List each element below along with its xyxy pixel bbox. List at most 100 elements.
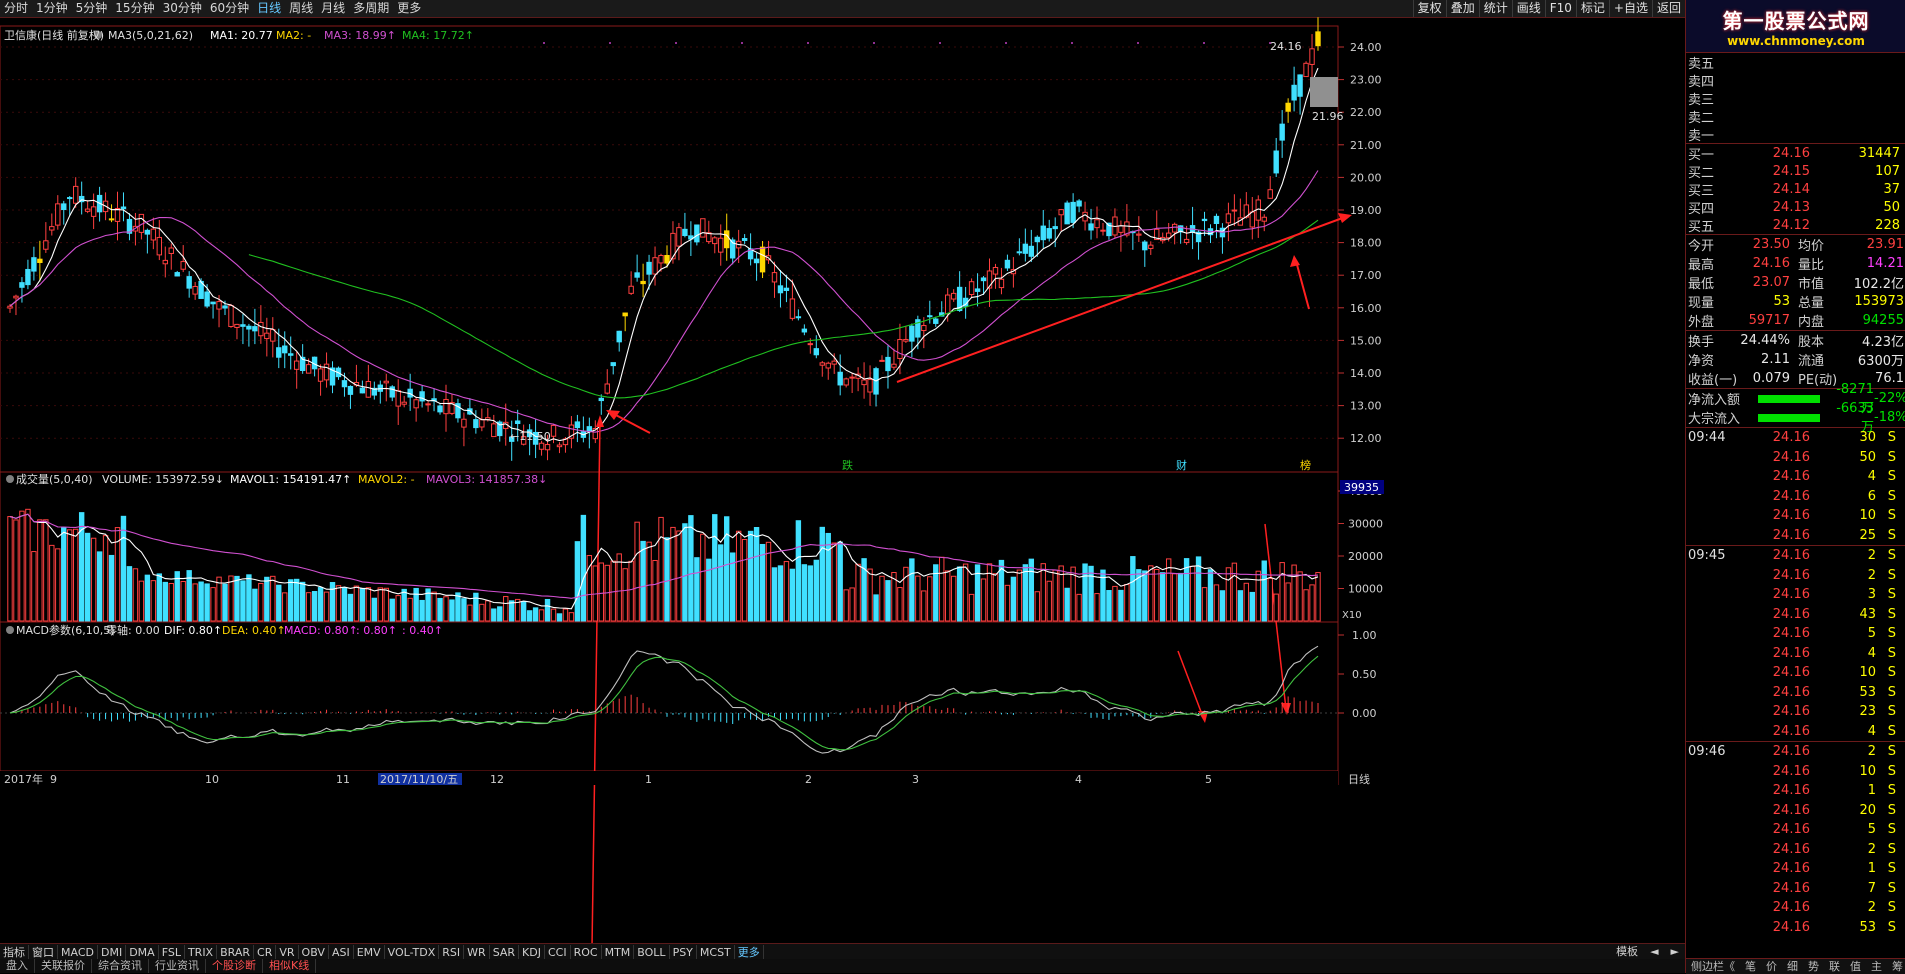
info-tab-3[interactable]: 行业资讯 [149, 959, 206, 973]
bottom-right-button-2[interactable]: ► [1665, 944, 1685, 960]
candle-body [712, 237, 718, 245]
candle-body [19, 282, 25, 288]
volume-bar [407, 597, 413, 622]
info-tab-0[interactable]: 盘入 [0, 959, 35, 973]
info-tab-4[interactable]: 个股诊断 [206, 959, 263, 973]
volume-bar [288, 579, 294, 622]
candle-body [67, 197, 73, 200]
volume-bar [55, 548, 61, 622]
bottom-right-button-1[interactable]: ◄ [1644, 944, 1664, 960]
timeframe-10[interactable]: 更多 [393, 0, 425, 17]
toolbar-button-0[interactable]: 复权 [1412, 0, 1446, 17]
volume-bar [389, 598, 395, 622]
indicator-tab-10[interactable]: OBV [299, 944, 329, 960]
site-banner: 第一股票公式网 www.chnmoney.com [1686, 0, 1905, 53]
candle-body [974, 288, 981, 292]
sidebar-tab-3[interactable]: 细 [1782, 959, 1803, 974]
volume-bar [258, 582, 264, 622]
indicator-tab-5[interactable]: FSL [159, 944, 185, 960]
macd-dif: DIF: 0.80↑ [164, 624, 222, 637]
indicator-tab-21[interactable]: BOLL [634, 944, 670, 960]
indicator-tab-20[interactable]: MTM [602, 944, 635, 960]
indicator-tab-0[interactable]: 指标 [0, 944, 29, 960]
info-tab-2[interactable]: 综合资讯 [92, 959, 149, 973]
volume-bar [1052, 569, 1058, 622]
volume-bar [873, 594, 879, 622]
timeframe-4[interactable]: 30分钟 [159, 0, 206, 17]
sidebar-tab-8[interactable]: 筹 [1887, 959, 1905, 974]
quote-row: 换手 24.44% 股本 4.23亿 [1686, 331, 1905, 350]
bottom-right-button-0[interactable]: 模板 [1610, 944, 1644, 960]
tick-price: 24.16 [1772, 783, 1810, 799]
toolbar-button-3[interactable]: 画线 [1511, 0, 1545, 17]
indicator-tab-16[interactable]: SAR [490, 944, 520, 960]
sidebar-tab-0[interactable]: 侧边栏《 [1686, 959, 1740, 974]
sidebar-tab-1[interactable]: 笔 [1740, 959, 1761, 974]
sidebar-tab-4[interactable]: 势 [1803, 959, 1824, 974]
indicator-tab-2[interactable]: MACD [58, 944, 98, 960]
volume-bar [927, 576, 933, 622]
timeframe-9[interactable]: 多周期 [349, 0, 393, 17]
sidebar-tab-7[interactable]: 主 [1866, 959, 1887, 974]
indicator-tab-4[interactable]: DMA [126, 944, 159, 960]
indicator-tab-3[interactable]: DMI [98, 944, 127, 960]
timeframe-8[interactable]: 月线 [317, 0, 349, 17]
volume-bar [562, 608, 569, 622]
timeframe-6[interactable]: 日线 [253, 0, 285, 17]
toolbar-button-4[interactable]: F10 [1544, 0, 1576, 17]
flow-label: 净流入额 [1688, 393, 1741, 408]
tick-price: 24.16 [1772, 802, 1810, 818]
timeframe-7[interactable]: 周线 [285, 0, 317, 17]
indicator-tab-24[interactable]: 更多 [735, 944, 764, 960]
timeframe-2[interactable]: 5分钟 [72, 0, 112, 17]
tick-trades[interactable]: 09:44 24.16 30 S 24.16 50 S 24.16 4 S 24.16 6 S 24.16… [1686, 428, 1905, 937]
timeframe-0[interactable]: 分时 [0, 0, 32, 17]
indicator-tab-13[interactable]: VOL-TDX [385, 944, 440, 960]
toolbar-button-6[interactable]: +自选 [1608, 0, 1652, 17]
event-marker-dot [609, 42, 611, 44]
kline-chart[interactable]: 24.0023.0022.0021.0020.0019.0018.0017.00… [0, 17, 1685, 961]
indicator-tab-9[interactable]: VR [276, 944, 299, 960]
toolbar-button-2[interactable]: 统计 [1478, 0, 1512, 17]
volume-bar [96, 551, 103, 622]
tick-price: 24.16 [1772, 861, 1810, 877]
indicator-tab-6[interactable]: TRIX [185, 944, 218, 960]
candle-body [1249, 211, 1256, 228]
buy-row: 买五 24.12 228 [1686, 216, 1905, 235]
candle-body [550, 424, 557, 437]
indicator-tab-12[interactable]: EMV [354, 944, 385, 960]
indicator-tab-17[interactable]: KDJ [519, 944, 545, 960]
volume-bar [431, 591, 437, 622]
info-tab-1[interactable]: 关联报价 [35, 959, 92, 973]
timeframe-3[interactable]: 15分钟 [111, 0, 158, 17]
indicator-tab-8[interactable]: CR [254, 944, 277, 960]
tick-volume: 50 [1859, 449, 1876, 465]
indicator-tab-22[interactable]: PSY [670, 944, 697, 960]
timeframe-1[interactable]: 1分钟 [32, 0, 72, 17]
indicator-tab-11[interactable]: ASI [329, 944, 354, 960]
quote-label: 均价 [1798, 239, 1825, 254]
indicator-tab-18[interactable]: CCI [545, 944, 571, 960]
indicator-tab-7[interactable]: BRAR [217, 944, 255, 960]
sidebar-tab-5[interactable]: 联 [1824, 959, 1845, 974]
indicator-tab-1[interactable]: 窗口 [29, 944, 58, 960]
sidebar-tab-2[interactable]: 价 [1761, 959, 1782, 974]
info-tab-5[interactable]: 相似K线 [263, 959, 317, 973]
volume-bar [616, 553, 622, 622]
tick-price: 24.16 [1772, 527, 1810, 543]
volume-bar [1016, 569, 1023, 622]
indicator-tab-15[interactable]: WR [464, 944, 490, 960]
toolbar-button-1[interactable]: 叠加 [1445, 0, 1479, 17]
tick-price: 24.16 [1772, 548, 1810, 564]
toolbar-button-7[interactable]: 返回 [1651, 0, 1685, 17]
indicator-tab-14[interactable]: RSI [439, 944, 465, 960]
sidebar-tab-6[interactable]: 值 [1845, 959, 1866, 974]
tick-side: S [1887, 919, 1896, 935]
timeframe-5[interactable]: 60分钟 [206, 0, 253, 17]
toolbar-button-5[interactable]: 标记 [1575, 0, 1609, 17]
buy-row: 买二 24.15 107 [1686, 162, 1905, 181]
indicator-tab-19[interactable]: ROC [571, 944, 602, 960]
volume-bar [885, 580, 891, 622]
indicator-tab-23[interactable]: MCST [697, 944, 735, 960]
candle-body [13, 295, 19, 299]
